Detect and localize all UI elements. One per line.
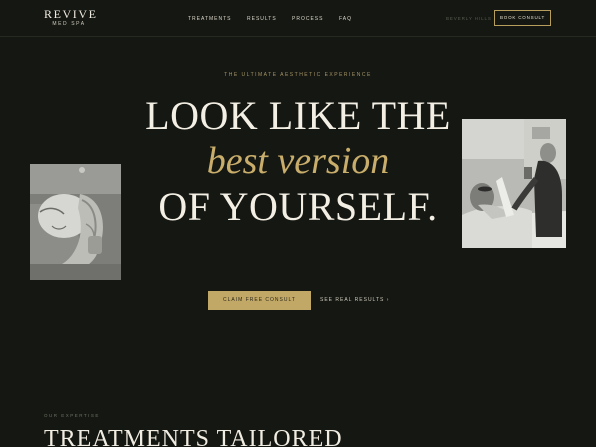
claim-free-consult-button[interactable]: CLAIM FREE CONSULT [208,291,311,310]
nav-link-faq[interactable]: FAQ [339,15,352,23]
laser-treatment-photo [462,119,566,248]
nav-link-results[interactable]: RESULTS [247,15,277,23]
book-consult-button[interactable]: BOOK CONSULT [494,10,551,26]
hero-eyebrow: THE ULTIMATE AESTHETIC EXPERIENCE [224,72,372,78]
expertise-title: TREATMENTS TAILORED [44,426,343,447]
nav-link-process[interactable]: PROCESS [292,15,323,23]
top-navigation: REVIVE MED SPA TREATMENTS RESULTS PROCES… [0,0,596,37]
location-label: BEVERLY HILLS [446,16,492,21]
nav-link-treatments[interactable]: TREATMENTS [188,15,232,23]
see-real-results-link[interactable]: SEE REAL RESULTS › [320,296,389,304]
facial-treatment-photo [30,164,121,280]
expertise-eyebrow: OUR EXPERTISE [44,413,100,418]
